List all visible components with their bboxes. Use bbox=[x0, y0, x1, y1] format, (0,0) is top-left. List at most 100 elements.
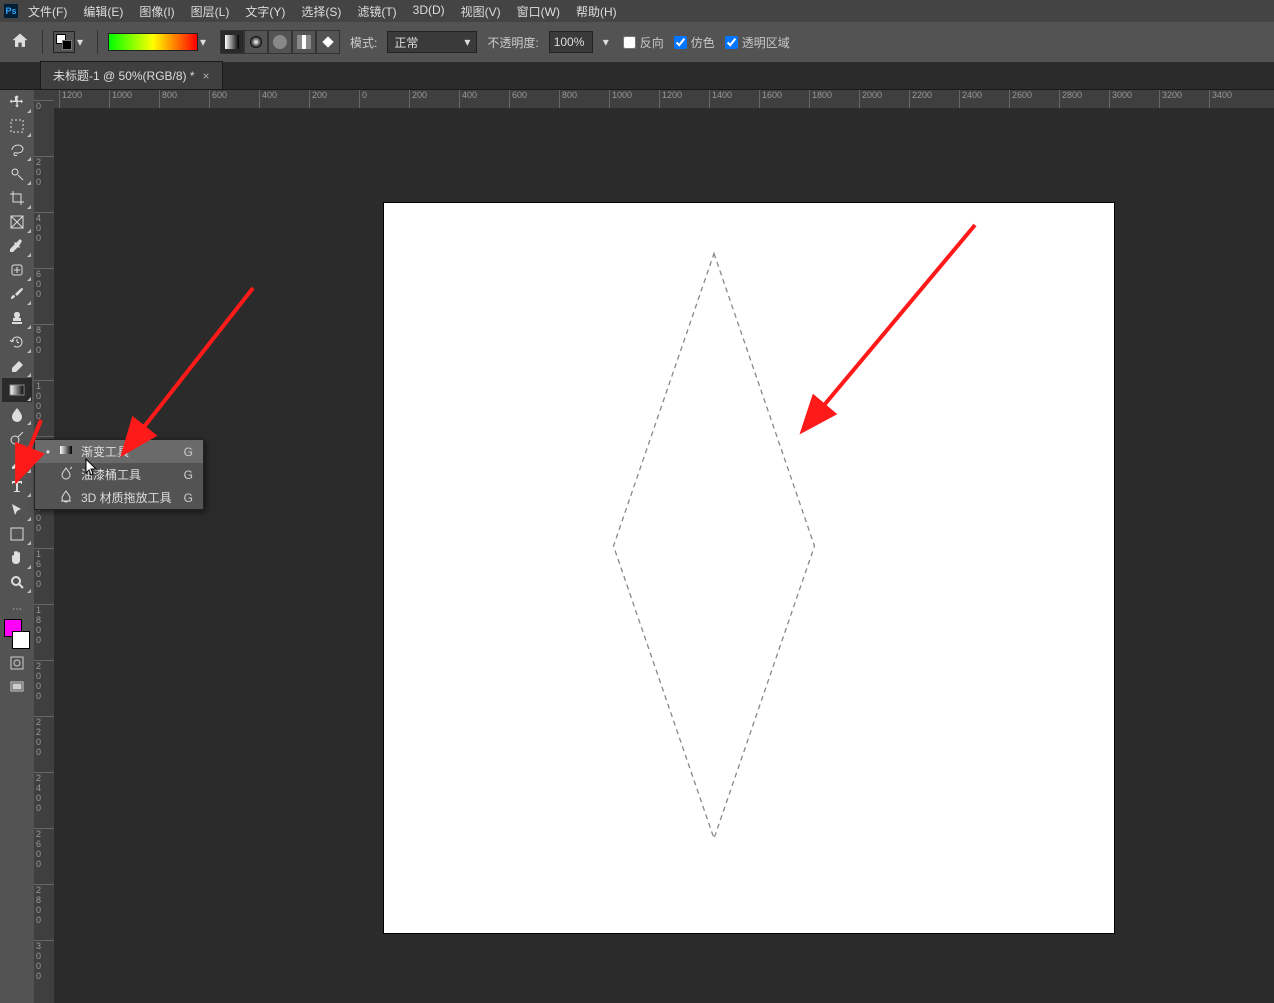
edit-toolbar-button[interactable]: ⋯ bbox=[2, 604, 32, 615]
tool-preset-swatch[interactable] bbox=[53, 31, 75, 53]
menu-item[interactable]: 文字(Y) bbox=[237, 1, 293, 22]
eraser-tool[interactable] bbox=[2, 354, 32, 378]
mode-select[interactable]: 正常 ▾ bbox=[387, 31, 477, 53]
ruler-tick: 2200 bbox=[34, 716, 54, 757]
menu-item[interactable]: 选择(S) bbox=[293, 1, 349, 22]
horizontal-ruler: 1200100080060040020002004006008001000120… bbox=[54, 90, 1274, 108]
dither-checkbox-label[interactable]: 仿色 bbox=[674, 34, 715, 51]
ruler-tick: 2000 bbox=[34, 660, 54, 701]
menu-item[interactable]: 3D(D) bbox=[405, 1, 453, 22]
marquee-selection bbox=[384, 203, 1114, 933]
move-tool[interactable] bbox=[2, 90, 32, 114]
opacity-label: 不透明度: bbox=[487, 34, 538, 51]
ruler-tick: 1200 bbox=[59, 90, 82, 108]
menu-item[interactable]: 视图(V) bbox=[453, 1, 509, 22]
ruler-tick: 0 bbox=[359, 90, 367, 108]
flyout-icon bbox=[59, 466, 73, 483]
healing-tool[interactable] bbox=[2, 258, 32, 282]
angle-gradient-button[interactable] bbox=[268, 30, 292, 54]
menu-item[interactable]: 滤镜(T) bbox=[349, 1, 404, 22]
ruler-tick: 3200 bbox=[1159, 90, 1182, 108]
dodge-tool[interactable] bbox=[2, 426, 32, 450]
ruler-tick: 1800 bbox=[34, 604, 54, 645]
marquee-tool[interactable] bbox=[2, 114, 32, 138]
eyedropper-tool[interactable] bbox=[2, 234, 32, 258]
hand-tool[interactable] bbox=[2, 546, 32, 570]
gradient-preview[interactable] bbox=[108, 33, 198, 51]
menu-item[interactable]: 编辑(E) bbox=[75, 1, 131, 22]
reverse-checkbox-label[interactable]: 反向 bbox=[623, 34, 664, 51]
flyout-icon bbox=[59, 489, 73, 506]
reverse-checkbox[interactable] bbox=[623, 36, 636, 49]
brush-tool[interactable] bbox=[2, 282, 32, 306]
color-swatches[interactable] bbox=[2, 619, 32, 649]
menu-item[interactable]: 帮助(H) bbox=[568, 1, 625, 22]
ruler-tick: 3400 bbox=[1209, 90, 1232, 108]
frame-tool[interactable] bbox=[2, 210, 32, 234]
ruler-tick: 200 bbox=[34, 156, 54, 187]
ruler-tick: 400 bbox=[34, 212, 54, 243]
ruler-tick: 2800 bbox=[1059, 90, 1082, 108]
canvas-area[interactable] bbox=[54, 108, 1274, 1003]
path-select-tool[interactable] bbox=[2, 498, 32, 522]
ruler-tick: 1000 bbox=[34, 380, 54, 421]
quick-mask-button[interactable] bbox=[7, 653, 27, 673]
flyout-item[interactable]: • 渐变工具 G bbox=[35, 440, 203, 463]
document-tab-title: 未标题-1 @ 50%(RGB/8) * bbox=[53, 67, 195, 84]
ruler-tick: 2400 bbox=[959, 90, 982, 108]
transparency-checkbox[interactable] bbox=[725, 36, 738, 49]
gradient-tool[interactable] bbox=[2, 378, 32, 402]
ruler-tick: 400 bbox=[459, 90, 477, 108]
chevron-down-icon[interactable]: ▾ bbox=[603, 35, 613, 49]
chevron-down-icon[interactable]: ▾ bbox=[77, 35, 87, 49]
ruler-tick: 1800 bbox=[809, 90, 832, 108]
shape-tool[interactable] bbox=[2, 522, 32, 546]
flyout-label: 3D 材质拖放工具 bbox=[81, 489, 172, 506]
home-icon[interactable] bbox=[10, 31, 32, 53]
flyout-item[interactable]: 3D 材质拖放工具 G bbox=[35, 486, 203, 509]
crop-tool[interactable] bbox=[2, 186, 32, 210]
ruler-tick: 2200 bbox=[909, 90, 932, 108]
ruler-tick: 2600 bbox=[34, 828, 54, 869]
reflected-gradient-button[interactable] bbox=[292, 30, 316, 54]
flyout-icon bbox=[59, 443, 73, 460]
menu-item[interactable]: 窗口(W) bbox=[509, 1, 568, 22]
chevron-down-icon[interactable]: ▾ bbox=[200, 35, 210, 49]
ruler-tick: 2800 bbox=[34, 884, 54, 925]
flyout-shortcut: G bbox=[184, 468, 193, 482]
ruler-tick: 200 bbox=[309, 90, 327, 108]
flyout-shortcut: G bbox=[184, 491, 193, 505]
opacity-value: 100% bbox=[554, 35, 585, 49]
quick-select-tool[interactable] bbox=[2, 162, 32, 186]
diamond-gradient-button[interactable] bbox=[316, 30, 340, 54]
ruler-tick: 2000 bbox=[859, 90, 882, 108]
type-tool[interactable] bbox=[2, 474, 32, 498]
ruler-tick: 2600 bbox=[1009, 90, 1032, 108]
document-canvas[interactable] bbox=[384, 203, 1114, 933]
transparency-checkbox-label[interactable]: 透明区域 bbox=[725, 34, 790, 51]
document-tab[interactable]: 未标题-1 @ 50%(RGB/8) * × bbox=[40, 61, 223, 89]
ruler-tick: 800 bbox=[34, 324, 54, 355]
close-icon[interactable]: × bbox=[203, 69, 210, 83]
ruler-tick: 200 bbox=[409, 90, 427, 108]
history-brush-tool[interactable] bbox=[2, 330, 32, 354]
options-bar: ▾ ▾ 模式: 正常 ▾ 不透明度: 100% ▾ 反向 仿 bbox=[0, 22, 1274, 62]
ruler-tick: 400 bbox=[259, 90, 277, 108]
blur-tool[interactable] bbox=[2, 402, 32, 426]
linear-gradient-button[interactable] bbox=[220, 30, 244, 54]
menu-item[interactable]: 图像(I) bbox=[131, 1, 182, 22]
background-color[interactable] bbox=[12, 631, 30, 649]
ruler-tick: 600 bbox=[509, 90, 527, 108]
lasso-tool[interactable] bbox=[2, 138, 32, 162]
screen-mode-button[interactable] bbox=[7, 677, 27, 697]
bullet-icon: • bbox=[45, 445, 51, 459]
stamp-tool[interactable] bbox=[2, 306, 32, 330]
dither-checkbox[interactable] bbox=[674, 36, 687, 49]
radial-gradient-button[interactable] bbox=[244, 30, 268, 54]
zoom-tool[interactable] bbox=[2, 570, 32, 594]
flyout-item[interactable]: 油漆桶工具 G bbox=[35, 463, 203, 486]
opacity-input[interactable]: 100% bbox=[549, 31, 593, 53]
pen-tool[interactable] bbox=[2, 450, 32, 474]
menu-item[interactable]: 文件(F) bbox=[20, 1, 75, 22]
menu-item[interactable]: 图层(L) bbox=[183, 1, 238, 22]
